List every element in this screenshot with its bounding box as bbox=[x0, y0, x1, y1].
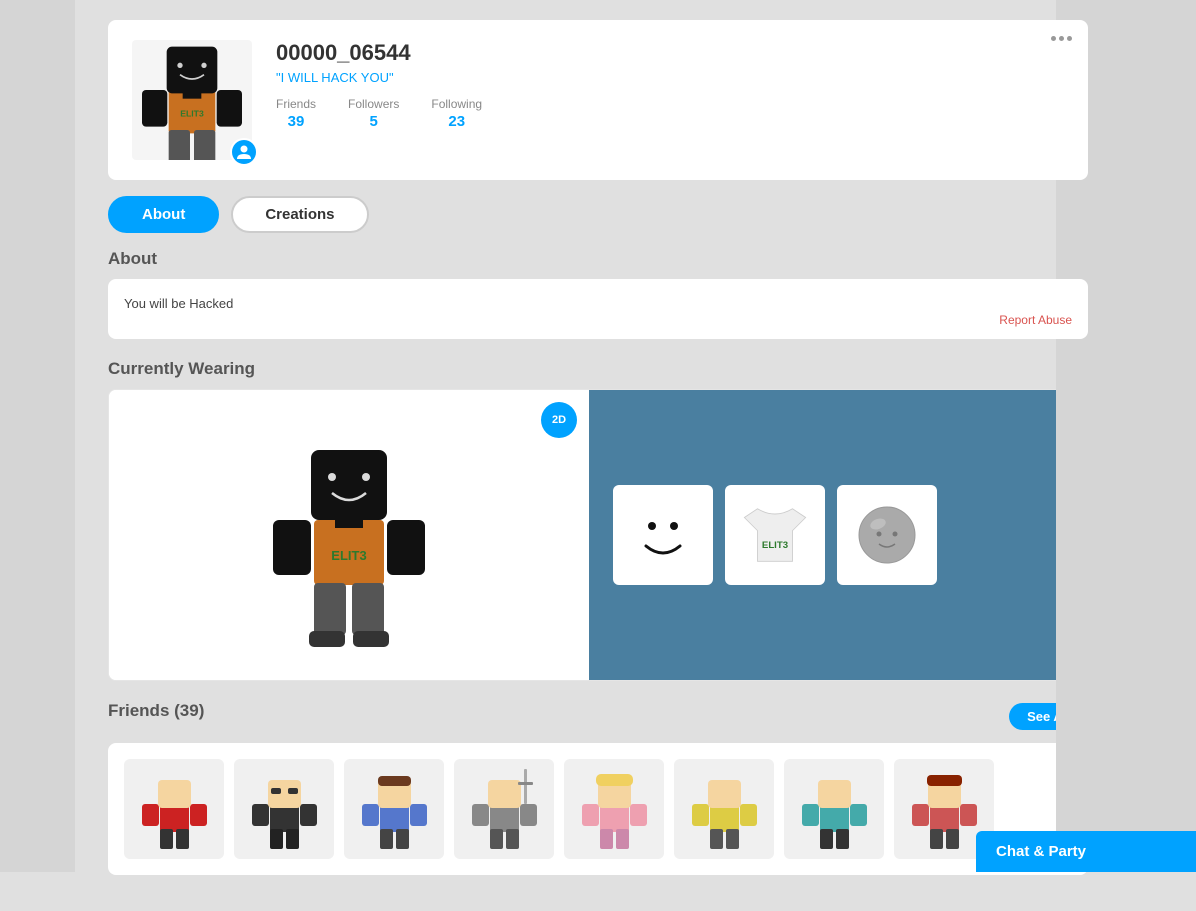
about-tab[interactable]: About bbox=[108, 196, 219, 233]
wearing-3d-view: 2D ELIT3 bbox=[109, 390, 589, 680]
about-description: You will be Hacked bbox=[124, 296, 233, 311]
currently-wearing-title: Currently Wearing bbox=[108, 359, 1088, 379]
friends-section-title: Friends (39) bbox=[108, 701, 204, 721]
following-count: 23 bbox=[448, 113, 465, 130]
creations-tab[interactable]: Creations bbox=[231, 196, 368, 233]
profile-stats: Friends 39 Followers 5 Following 23 bbox=[276, 97, 1064, 130]
friend-avatar-4 bbox=[462, 764, 547, 854]
wearing-item-shirt[interactable]: ELIT3 bbox=[725, 485, 825, 585]
friends-count: 39 bbox=[288, 113, 305, 130]
friend-item[interactable] bbox=[234, 759, 334, 859]
friend-avatar-6 bbox=[682, 764, 767, 854]
following-label: Following bbox=[431, 97, 482, 111]
left-sidebar bbox=[0, 0, 75, 872]
friends-section: Friends (39) See All bbox=[108, 701, 1088, 875]
wearing-container: 2D ELIT3 bbox=[108, 389, 1088, 681]
report-abuse-link[interactable]: Report Abuse bbox=[999, 313, 1072, 327]
following-stat: Following 23 bbox=[431, 97, 482, 130]
dot3 bbox=[1067, 36, 1072, 41]
about-section-title: About bbox=[108, 249, 1088, 269]
profile-status: "I WILL HACK YOU" bbox=[276, 70, 1064, 85]
friend-item[interactable] bbox=[454, 759, 554, 859]
friend-item[interactable] bbox=[674, 759, 774, 859]
profile-info: 00000_06544 "I WILL HACK YOU" Friends 39… bbox=[276, 40, 1064, 130]
avatar-wrapper: ELIT3 bbox=[132, 40, 252, 160]
friend-item[interactable] bbox=[124, 759, 224, 859]
toggle-2d-button[interactable]: 2D bbox=[541, 402, 577, 438]
friend-item[interactable] bbox=[344, 759, 444, 859]
friend-avatar-3 bbox=[352, 764, 437, 854]
avatar-badge bbox=[230, 138, 258, 166]
friends-stat: Friends 39 bbox=[276, 97, 316, 130]
person-icon bbox=[236, 144, 252, 160]
more-options-button[interactable] bbox=[1051, 36, 1072, 41]
items-grid: ELIT3 bbox=[613, 485, 1063, 585]
friends-header: Friends (39) See All bbox=[108, 701, 1088, 731]
tabs-row: About Creations bbox=[108, 196, 1088, 233]
followers-label: Followers bbox=[348, 97, 399, 111]
friend-item[interactable] bbox=[784, 759, 884, 859]
chat-party-bar[interactable]: Chat & Party bbox=[976, 831, 1196, 872]
svg-text:ELIT3: ELIT3 bbox=[180, 109, 204, 119]
wearing-items-panel: ELIT3 bbox=[589, 390, 1087, 680]
followers-count: 5 bbox=[370, 113, 378, 130]
profile-username: 00000_06544 bbox=[276, 40, 1064, 66]
svg-text:ELIT3: ELIT3 bbox=[762, 540, 788, 551]
friend-avatar-5 bbox=[572, 764, 657, 854]
followers-stat: Followers 5 bbox=[348, 97, 399, 130]
about-box: You will be Hacked Report Abuse bbox=[108, 279, 1088, 339]
friend-avatar-2 bbox=[242, 764, 327, 854]
friends-label: Friends bbox=[276, 97, 316, 111]
friend-avatar-8 bbox=[902, 764, 987, 854]
currently-wearing-section: Currently Wearing 2D ELIT3 bbox=[108, 359, 1088, 681]
dot1 bbox=[1051, 36, 1056, 41]
tshirt-icon: ELIT3 bbox=[735, 500, 815, 570]
wearing-character: ELIT3 bbox=[259, 415, 439, 655]
friends-row bbox=[108, 743, 1088, 875]
friend-avatar-1 bbox=[132, 764, 217, 854]
wearing-item-head[interactable] bbox=[837, 485, 937, 585]
smiley-icon bbox=[628, 500, 698, 570]
dot2 bbox=[1059, 36, 1064, 41]
wearing-item-face[interactable] bbox=[613, 485, 713, 585]
profile-card: ELIT3 bbox=[108, 20, 1088, 180]
friend-avatar-7 bbox=[792, 764, 877, 854]
svg-text:ELIT3: ELIT3 bbox=[331, 548, 366, 563]
friend-item[interactable] bbox=[564, 759, 664, 859]
head-icon bbox=[852, 500, 922, 570]
